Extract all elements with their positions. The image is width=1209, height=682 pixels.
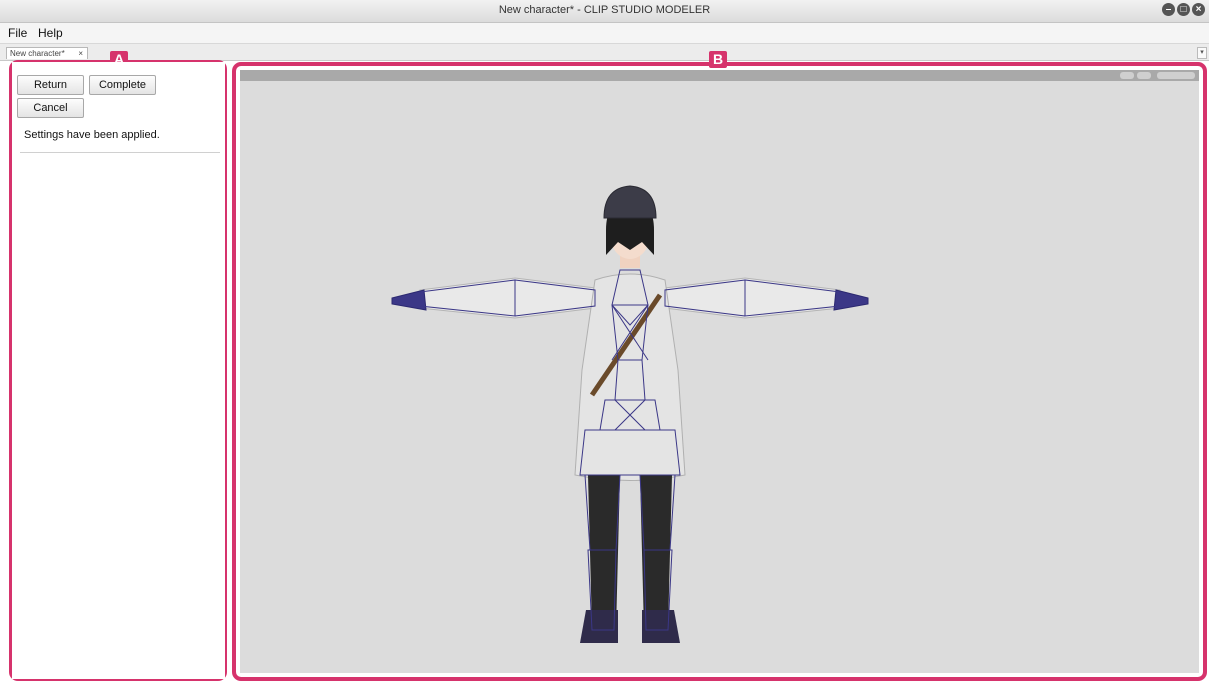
display-mode-icon[interactable]: [1157, 72, 1195, 79]
minimize-icon[interactable]: –: [1162, 3, 1175, 16]
document-tab[interactable]: New character* ×: [6, 47, 88, 59]
callout-b-badge: B: [709, 51, 727, 68]
window-title: New character* - CLIP STUDIO MODELER: [498, 4, 711, 16]
left-sleeve: [419, 277, 596, 319]
title-bar: New character* - CLIP STUDIO MODELER – □…: [0, 0, 1209, 23]
3d-viewport[interactable]: [240, 70, 1199, 673]
return-button[interactable]: Return: [17, 75, 84, 95]
left-hand: [391, 289, 427, 311]
menu-file[interactable]: File: [8, 26, 27, 40]
settings-panel: [12, 62, 225, 679]
menu-bar: File Help: [0, 23, 1209, 44]
status-message: Settings have been applied.: [24, 129, 160, 141]
viewport-toolbar: [240, 70, 1199, 81]
close-icon[interactable]: ×: [1192, 3, 1205, 16]
right-leg: [640, 475, 672, 630]
cancel-button[interactable]: Cancel: [17, 98, 84, 118]
camera-pan-icon[interactable]: [1137, 72, 1151, 79]
document-tab-strip: New character* × ▾: [0, 44, 1209, 61]
menu-help[interactable]: Help: [38, 26, 63, 40]
beanie: [603, 185, 657, 219]
right-boot: [642, 610, 680, 643]
document-tab-label: New character*: [10, 49, 65, 58]
left-leg: [588, 475, 620, 630]
complete-button[interactable]: Complete: [89, 75, 156, 95]
tab-scroll-icon[interactable]: ▾: [1197, 47, 1207, 59]
tab-close-icon[interactable]: ×: [78, 48, 83, 60]
panel-divider: [20, 152, 220, 153]
window-controls: – □ ×: [1162, 3, 1205, 16]
maximize-icon[interactable]: □: [1177, 3, 1190, 16]
right-sleeve: [664, 277, 841, 319]
left-boot: [580, 610, 618, 643]
right-hand: [833, 289, 869, 311]
camera-rotate-icon[interactable]: [1120, 72, 1134, 79]
character-model[interactable]: [380, 130, 880, 650]
